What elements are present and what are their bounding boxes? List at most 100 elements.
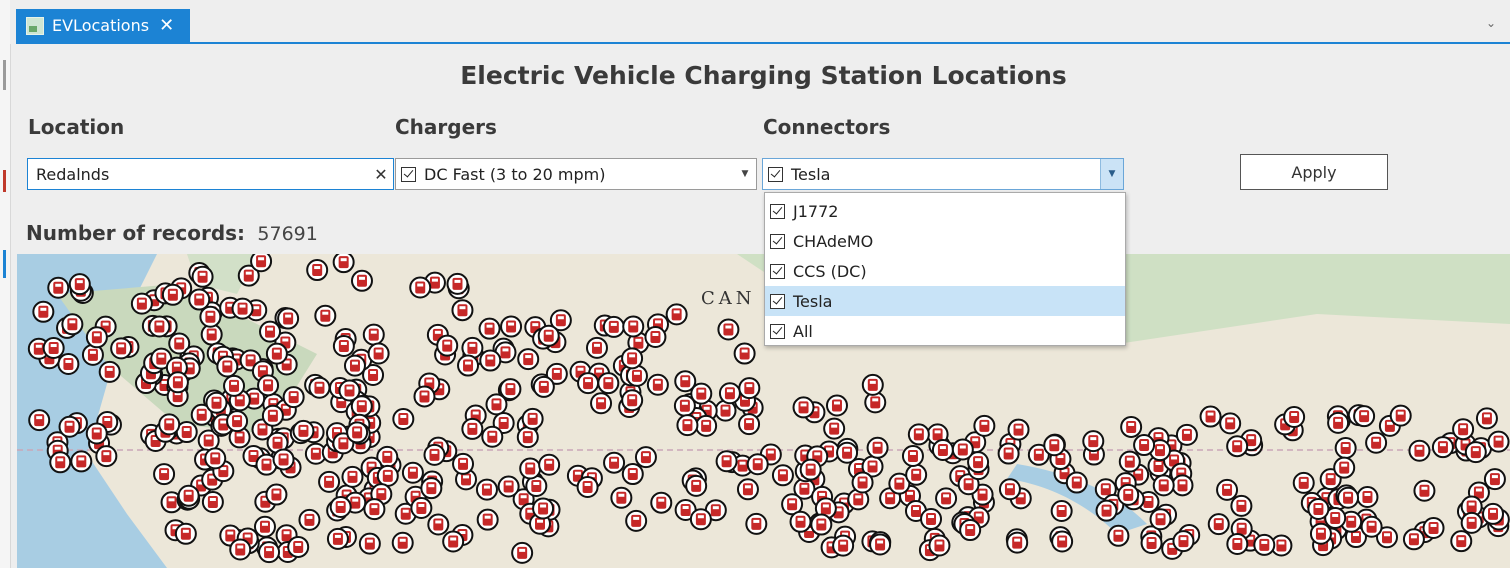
apply-button[interactable]: Apply (1240, 154, 1388, 190)
charging-station-marker (461, 417, 484, 440)
country-label: CAN (701, 288, 756, 309)
charging-station-marker (318, 470, 341, 493)
charging-station-marker (272, 448, 295, 471)
option-all[interactable]: All (765, 316, 1125, 346)
charging-station-marker (257, 374, 280, 397)
charging-station-marker (1292, 471, 1315, 494)
checkbox-icon[interactable] (770, 293, 785, 309)
map-icon (26, 16, 44, 35)
charging-station-marker (61, 313, 84, 336)
checkbox-icon[interactable] (770, 323, 785, 339)
charging-station-marker (1487, 430, 1510, 453)
charging-station-marker (676, 414, 699, 437)
charging-station-marker (177, 484, 200, 507)
checkbox-icon[interactable] (401, 166, 416, 182)
charging-station-marker (928, 534, 951, 557)
charging-station-marker (650, 491, 673, 514)
charging-station-marker (718, 382, 741, 405)
charging-station-marker (409, 276, 432, 299)
option-j1772[interactable]: J1772 (765, 196, 1125, 226)
charging-station-marker (1464, 441, 1487, 464)
chevron-down-icon[interactable]: ▼ (734, 169, 756, 179)
option-tesla[interactable]: Tesla (765, 286, 1125, 316)
charging-station-marker (391, 531, 414, 554)
chevron-down-icon[interactable]: ⌄ (1486, 16, 1496, 30)
charging-station-marker (1460, 511, 1483, 534)
charging-station-marker (231, 297, 254, 320)
charging-station-marker (577, 372, 600, 395)
charging-station-marker (799, 458, 822, 481)
charging-station-marker (745, 512, 768, 535)
left-side-strip (0, 0, 11, 568)
charging-station-marker (1431, 436, 1454, 459)
checkbox-icon[interactable] (770, 263, 785, 279)
charging-station-marker (603, 451, 626, 474)
close-icon[interactable]: ✕ (159, 16, 174, 35)
charging-station-marker (49, 451, 72, 474)
charging-station-marker (644, 325, 667, 348)
charging-station-marker (851, 471, 874, 494)
option-chademo[interactable]: CHAdeMO (765, 226, 1125, 256)
chevron-down-icon[interactable]: ▼ (1100, 159, 1123, 189)
charging-station-marker (907, 423, 930, 446)
connectors-dropdown-list[interactable]: J1772 CHAdeMO CCS (DC) Tesla All (764, 192, 1126, 346)
charging-station-marker (199, 305, 222, 328)
charging-station-marker (287, 535, 310, 558)
connectors-dropdown[interactable]: Tesla ▼ (762, 158, 1124, 190)
tab-underline (16, 42, 1510, 44)
charging-station-marker (738, 413, 761, 436)
charging-station-marker (1133, 434, 1156, 457)
tab-title: EVLocations (52, 16, 150, 35)
charging-station-marker (57, 352, 80, 375)
tab-evlocations[interactable]: EVLocations ✕ (16, 9, 190, 42)
charging-station-marker (497, 475, 520, 498)
location-input[interactable]: Redalnds ✕ (27, 158, 394, 190)
charging-station-marker (1307, 498, 1330, 521)
page-title: Electric Vehicle Charging Station Locati… (460, 61, 1067, 90)
charging-station-marker (42, 337, 65, 360)
charging-station-marker (1006, 531, 1029, 554)
charging-station-marker (282, 386, 305, 409)
option-ccs-dc[interactable]: CCS (DC) (765, 256, 1125, 286)
charging-station-marker (1140, 531, 1163, 554)
charging-station-marker (98, 360, 121, 383)
chargers-dropdown[interactable]: DC Fast (3 to 20 mpm) ▼ (395, 158, 757, 190)
charging-station-marker (1230, 494, 1253, 517)
charging-station-marker (1107, 524, 1130, 547)
charging-station-marker (446, 272, 469, 295)
charging-station-marker (423, 443, 446, 466)
charging-station-marker (537, 324, 560, 347)
charging-station-marker (1118, 450, 1141, 473)
charging-station-marker (292, 419, 315, 442)
charging-station-marker (516, 426, 539, 449)
checkbox-icon[interactable] (770, 203, 785, 219)
charging-station-marker (861, 373, 884, 396)
charging-station-marker (308, 376, 331, 399)
charging-station-marker (358, 532, 381, 555)
charging-station-marker (1360, 515, 1383, 538)
charging-station-marker (500, 315, 523, 338)
checkbox-icon[interactable] (768, 166, 783, 182)
charging-station-marker (931, 439, 954, 462)
charging-station-marker (511, 541, 534, 564)
charging-station-marker (261, 404, 284, 427)
charging-station-marker (376, 464, 399, 487)
charging-station-marker (1171, 474, 1194, 497)
charging-station-marker (499, 378, 522, 401)
charging-station-marker (367, 342, 390, 365)
clear-icon[interactable]: ✕ (369, 165, 393, 184)
charging-station-marker (1199, 405, 1222, 428)
chargers-dropdown-value: DC Fast (3 to 20 mpm) (424, 164, 606, 184)
charging-station-marker (823, 417, 846, 440)
charging-station-marker (1007, 418, 1030, 441)
charging-station-marker (259, 320, 282, 343)
charging-station-marker (413, 385, 436, 408)
charging-station-marker (166, 371, 189, 394)
charging-station-marker (401, 461, 424, 484)
charging-station-marker (901, 444, 924, 467)
charging-station-marker (476, 508, 499, 531)
location-input-value[interactable]: Redalnds (36, 165, 369, 184)
checkbox-icon[interactable] (770, 233, 785, 249)
charging-station-marker (205, 391, 228, 414)
charging-station-marker (250, 254, 273, 273)
